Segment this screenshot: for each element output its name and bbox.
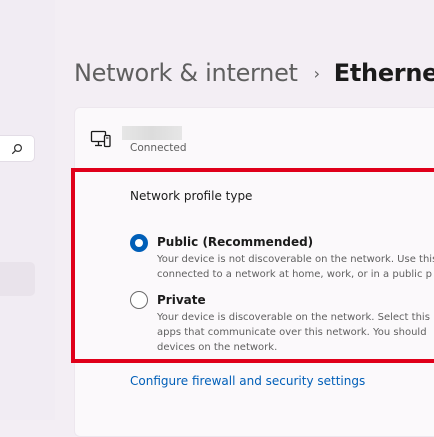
private-option-desc-line3: devices on the network. (157, 342, 278, 353)
pc-icon (90, 130, 111, 148)
network-profile-title: Network profile type (130, 189, 253, 203)
network-name-redacted (122, 126, 182, 140)
private-option-desc-line2: apps that communicate over this network.… (157, 327, 427, 338)
connection-status: Connected (130, 142, 187, 154)
breadcrumb-separator: › (313, 63, 320, 83)
sidebar-item-selected[interactable] (0, 262, 35, 296)
page-title: Ethernet (333, 59, 434, 87)
public-option-desc-line2: connected to a network at home, work, or… (157, 269, 432, 280)
public-option-label[interactable]: Public (Recommended) (157, 235, 313, 249)
private-option-label[interactable]: Private (157, 293, 206, 307)
public-option-desc-line1: Your device is not discoverable on the n… (157, 254, 434, 265)
breadcrumb-parent[interactable]: Network & internet (74, 59, 298, 87)
private-radio[interactable] (130, 291, 148, 309)
search-icon (11, 143, 23, 154)
search-box[interactable] (0, 135, 35, 162)
public-radio[interactable] (130, 234, 148, 252)
breadcrumb: Network & internet › Ethernet (74, 55, 434, 91)
sidebar (0, 0, 55, 420)
private-option-desc-line1: Your device is discoverable on the netwo… (157, 312, 430, 323)
configure-firewall-link[interactable]: Configure firewall and security settings (130, 374, 365, 388)
